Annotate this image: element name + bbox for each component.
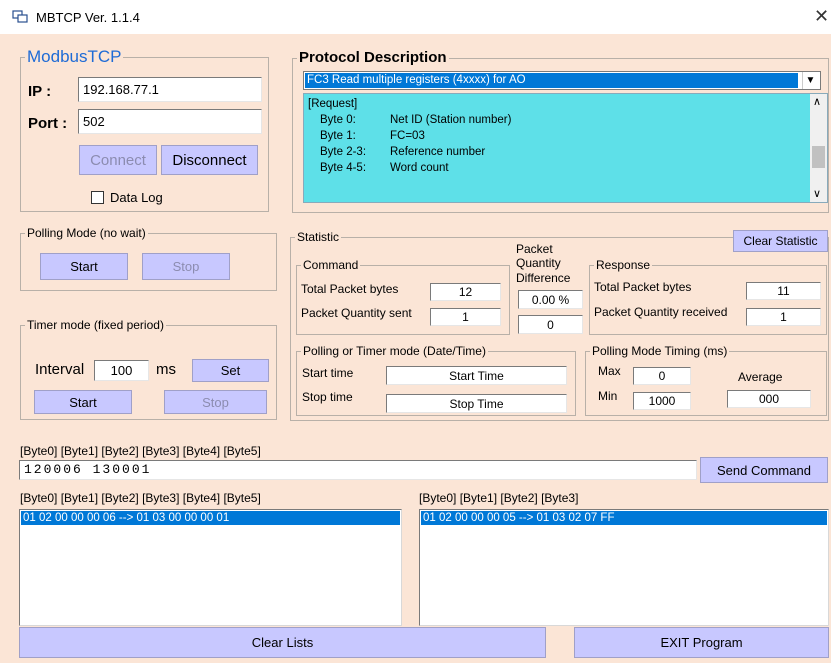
diff-label-2: Quantity [516,256,561,270]
disconnect-button[interactable]: Disconnect [161,145,258,175]
min-value: 1000 [633,392,691,410]
window-title: MBTCP Ver. 1.1.4 [36,10,140,25]
send-command-button[interactable]: Send Command [700,457,828,483]
sent-list-item[interactable]: 01 02 00 00 00 06 --> 01 03 00 00 00 01 [21,511,400,525]
connect-button[interactable]: Connect [79,145,157,175]
stop-time-label: Stop time [302,390,353,404]
command-qty-value: 1 [430,308,501,326]
protocol-line-2: Byte 1: FC=03 [320,130,425,142]
ip-field[interactable]: 192.168.77.1 [78,77,262,102]
command-qty-label: Packet Quantity sent [301,306,412,320]
port-label: Port : [28,115,68,132]
polling-stop-button[interactable]: Stop [142,253,230,280]
app-icon [12,10,28,23]
timer-set-button[interactable]: Set [192,359,269,382]
diff-percent: 0.00 % [518,290,583,309]
datetime-legend: Polling or Timer mode (Date/Time) [303,344,486,358]
command-total-value: 12 [430,283,501,301]
scroll-down-icon[interactable]: ∨ [813,187,821,200]
timer-legend: Timer mode (fixed period) [27,318,164,332]
recv-list-header: [Byte0] [Byte1] [Byte2] [Byte3] [419,491,579,505]
diff-label-3: Difference [516,271,571,285]
scroll-up-icon[interactable]: ∧ [813,95,821,108]
recv-list-item[interactable]: 01 02 00 00 00 05 --> 01 03 02 07 FF [421,511,827,525]
datalog-checkbox[interactable] [91,191,104,204]
close-icon[interactable]: ✕ [814,6,829,27]
command-byte-header: [Byte0] [Byte1] [Byte2] [Byte3] [Byte4] … [20,444,261,458]
response-total-value: 11 [746,282,821,300]
clear-lists-button[interactable]: Clear Lists [19,627,546,658]
timer-start-button[interactable]: Start [34,390,132,414]
start-time-label: Start time [302,366,354,380]
max-value: 0 [633,367,691,385]
average-value: 000 [727,390,811,408]
statistic-legend: Statistic [297,230,340,244]
protocol-text-panel: [Request] Byte 0: Net ID (Station number)… [303,93,828,203]
modbus-legend: ModbusTCP [27,47,122,66]
response-qty-value: 1 [746,308,821,326]
datalog-label: Data Log [110,190,163,205]
protocol-scrollbar[interactable]: ∧ ∨ [810,94,827,202]
interval-unit: ms [156,361,176,378]
max-label: Max [598,364,621,378]
command-total-label: Total Packet bytes [301,282,399,296]
clear-statistic-button[interactable]: Clear Statistic [733,230,828,252]
diff-label-1: Packet [516,242,553,256]
title-bar: MBTCP Ver. 1.1.4 ✕ [0,0,831,34]
polling-start-button[interactable]: Start [40,253,128,280]
response-total-label: Total Packet bytes [594,280,692,294]
interval-label: Interval [35,361,85,378]
protocol-line-0: [Request] [308,98,358,110]
stop-time-value: Stop Time [386,394,567,413]
protocol-line-1: Byte 0: Net ID (Station number) [320,114,512,126]
sent-list-header: [Byte0] [Byte1] [Byte2] [Byte3] [Byte4] … [20,491,261,505]
command-legend: Command [303,258,359,272]
protocol-line-3: Byte 2-3: Reference number [320,146,486,158]
diff-count: 0 [518,315,583,334]
min-label: Min [598,389,618,403]
scroll-thumb[interactable] [812,146,825,168]
response-qty-label: Packet Quantity received [594,305,728,319]
protocol-legend: Protocol Description [299,49,447,66]
start-time-value: Start Time [386,366,567,385]
port-field[interactable]: 502 [78,109,262,134]
protocol-select-value: FC3 Read multiple registers (4xxxx) for … [305,73,798,88]
protocol-line-4: Byte 4-5: Word count [320,162,449,174]
polling-legend: Polling Mode (no wait) [27,226,146,240]
recv-list[interactable]: 01 02 00 00 00 05 --> 01 03 02 07 FF [419,509,829,626]
sent-list[interactable]: 01 02 00 00 00 06 --> 01 03 00 00 00 01 [19,509,402,626]
exit-program-button[interactable]: EXIT Program [574,627,829,658]
chevron-down-icon[interactable]: ▼ [802,72,818,89]
command-input[interactable]: 120006 130001 [19,460,697,480]
interval-field[interactable]: 100 [94,360,149,381]
protocol-select[interactable]: FC3 Read multiple registers (4xxxx) for … [303,71,821,90]
ip-label: IP : [28,83,52,100]
timing-legend: Polling Mode Timing (ms) [592,344,728,358]
timer-stop-button[interactable]: Stop [164,390,267,414]
average-label: Average [738,370,783,384]
response-legend: Response [596,258,651,272]
